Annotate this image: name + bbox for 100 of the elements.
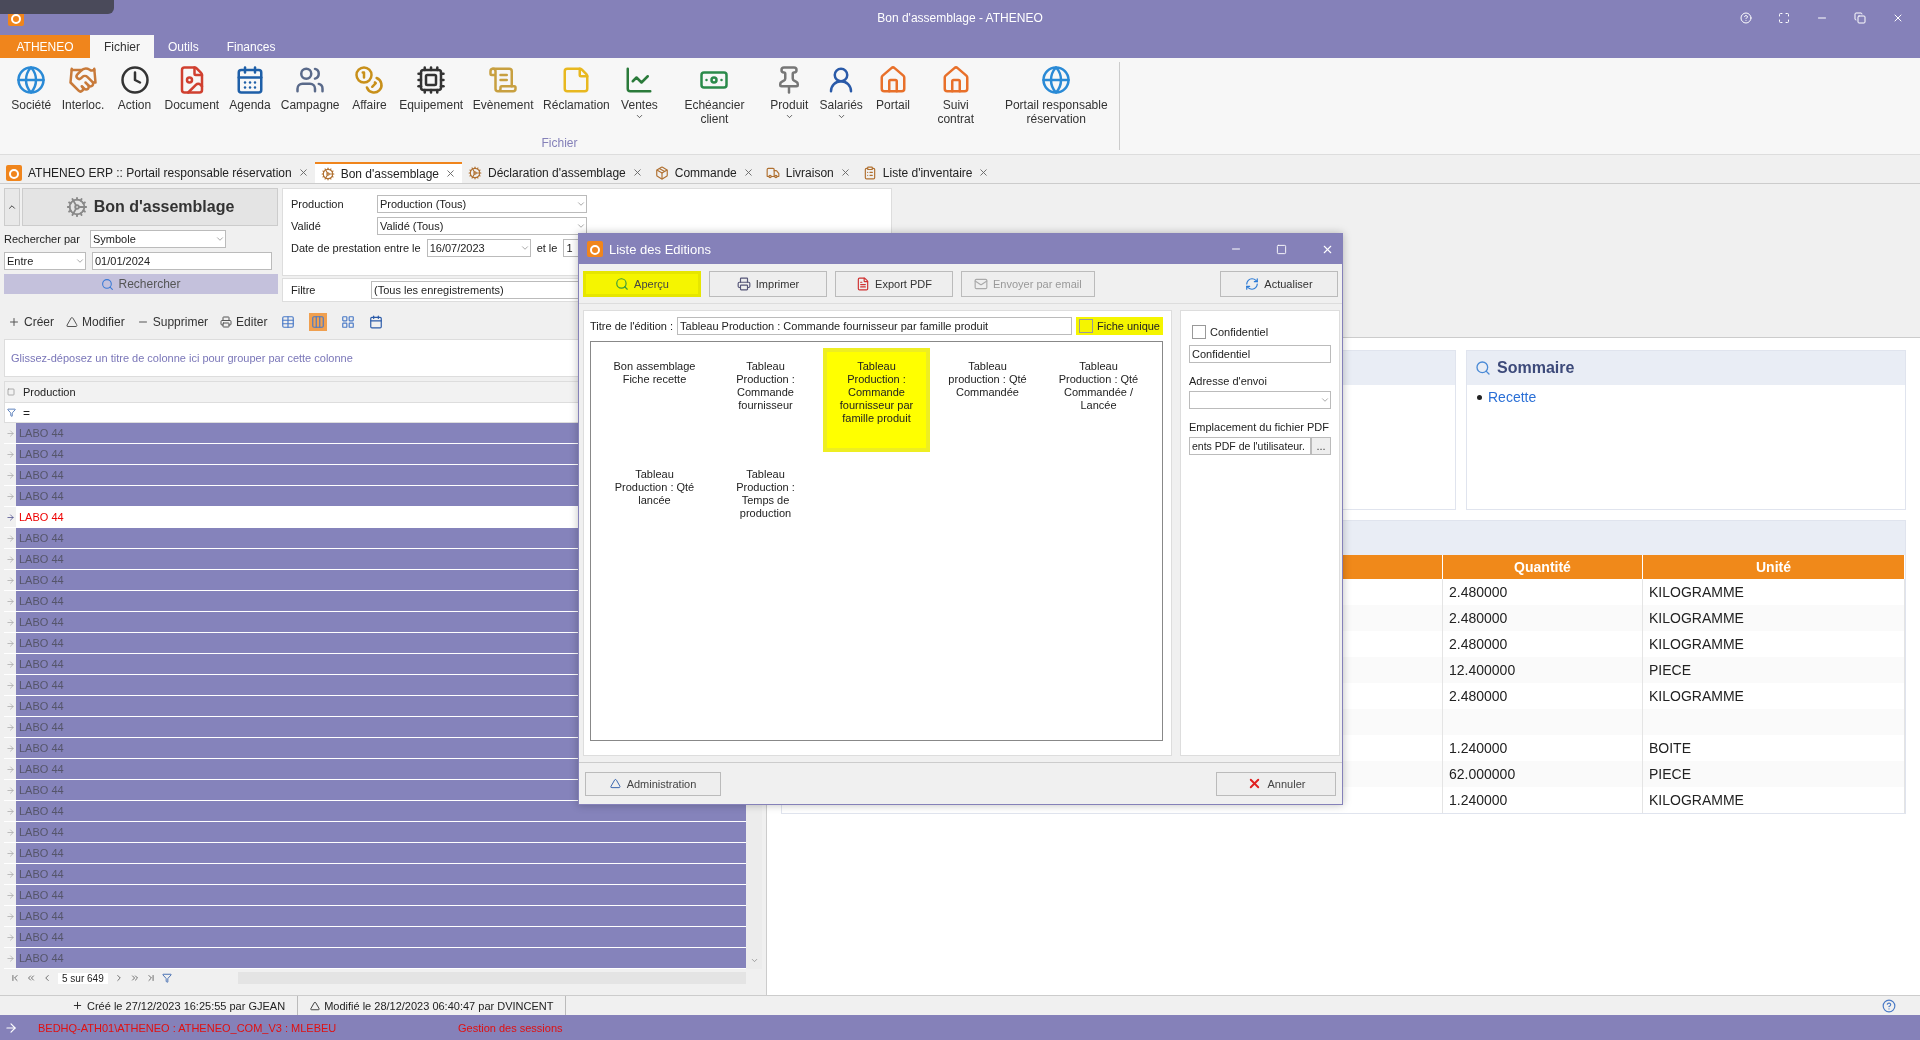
browse-button[interactable]: ...	[1311, 437, 1331, 455]
close-icon[interactable]	[445, 168, 457, 179]
ribbon-button[interactable]: Equipement	[394, 62, 468, 136]
dialog-button[interactable]: Actualiser	[1220, 270, 1338, 297]
bullet-icon	[1477, 394, 1482, 400]
document-tab[interactable]: ATHENEO ERP :: Portail responsable réservation	[0, 162, 315, 183]
edition-title-field[interactable]: Tableau Production : Commande fournisseur par famille produit	[677, 317, 1072, 335]
session-icon[interactable]	[4, 1020, 18, 1035]
ribbon-button[interactable]: Echéancier client	[664, 62, 765, 136]
calendar-icon	[235, 65, 265, 95]
ribbon-button[interactable]: Document	[159, 62, 225, 136]
first-page-icon[interactable]	[10, 973, 20, 983]
ribbon-button[interactable]: Agenda	[224, 62, 276, 136]
calendar-icon[interactable]	[369, 315, 384, 329]
ribbon-button[interactable]: Ventes	[614, 62, 665, 136]
report-item[interactable]: Tableau Production : Commande fournisseur par famille produit	[823, 348, 930, 452]
production-dropdown[interactable]: Production (Tous)	[377, 195, 587, 213]
report-item[interactable]: Tableau Production : Qté Commandée / Lancée	[1045, 348, 1152, 452]
app-logo-icon	[6, 164, 22, 181]
pdf-path-field[interactable]: ents PDF de l'utilisateur.	[1189, 437, 1311, 455]
ribbon-button[interactable]: Action	[109, 62, 160, 136]
row-arrow-icon	[5, 848, 15, 858]
close-icon[interactable]	[839, 167, 851, 178]
gears-icon	[320, 166, 335, 181]
validated-dropdown[interactable]: Validé (Tous)	[377, 217, 587, 235]
address-dropdown[interactable]	[1189, 391, 1331, 409]
row-arrow-icon	[5, 764, 15, 774]
row-arrow-icon	[5, 890, 15, 900]
dropdown-caret-icon	[749, 956, 759, 965]
document-tab[interactable]: Déclaration d'assemblage	[462, 162, 649, 183]
ribbon-button[interactable]: Portail	[868, 62, 919, 136]
search-icon	[1475, 360, 1491, 376]
table-view-icon	[281, 315, 296, 329]
toolbar-button[interactable]: Modifier	[66, 315, 125, 329]
printer-icon	[220, 316, 233, 328]
ribbon-button[interactable]: Campagne	[275, 62, 345, 136]
ribbon-button[interactable]: Salariés	[814, 62, 869, 136]
toolbar-button[interactable]: Créer	[8, 315, 54, 329]
ribbon-tab[interactable]: Fichier	[90, 35, 154, 58]
ribbon-button[interactable]: Produit	[764, 62, 815, 136]
administration-button[interactable]: Administration	[585, 771, 721, 796]
next-page-group-icon[interactable]	[129, 973, 140, 983]
confidential-checkbox[interactable]: Confidentiel	[1189, 323, 1331, 341]
close-icon[interactable]	[297, 167, 309, 178]
document-tab[interactable]: Commande	[648, 162, 760, 183]
row-arrow-icon	[5, 554, 15, 564]
field-label: Filtre	[291, 284, 317, 296]
help-icon[interactable]	[1882, 998, 1896, 1013]
ribbon-button[interactable]: Réclamation	[538, 62, 615, 136]
document-tab[interactable]: Livraison	[759, 162, 857, 183]
search-by-dropdown[interactable]: Symbole	[90, 230, 226, 248]
fullscreen-icon[interactable]	[1778, 11, 1790, 24]
summary-link[interactable]: Recette	[1488, 389, 1537, 405]
dialog-button[interactable]: Imprimer	[709, 270, 827, 297]
view-button[interactable]	[309, 313, 328, 331]
ribbon-button[interactable]: Suivi contrat	[918, 62, 994, 136]
close-icon[interactable]	[631, 167, 643, 178]
last-page-icon[interactable]	[145, 973, 156, 983]
single-sheet-checkbox[interactable]: Fiche unique	[1076, 317, 1163, 335]
clock-icon	[119, 65, 150, 95]
ribbon-button[interactable]: Affaire	[344, 62, 395, 136]
triangle-icon	[66, 316, 78, 328]
dialog-button[interactable]: Aperçu	[583, 270, 701, 297]
dropdown-caret-icon	[576, 221, 586, 231]
ribbon-tab[interactable]: Outils	[154, 35, 213, 58]
report-item[interactable]: Tableau production : Qté Commandée	[934, 348, 1041, 452]
search-button[interactable]: Rechercher	[4, 274, 278, 294]
cancel-button[interactable]: Annuler	[1216, 771, 1336, 796]
ribbon-button[interactable]: Evènement	[467, 62, 539, 136]
filter-icon	[6, 408, 16, 417]
filter-operator: =	[22, 405, 30, 420]
close-icon[interactable]	[742, 167, 754, 178]
globe-icon	[16, 65, 47, 95]
confidential-field[interactable]: Confidentiel	[1189, 345, 1331, 363]
date-from-field[interactable]: 16/07/2023	[426, 239, 531, 257]
previous-page-icon[interactable]	[42, 973, 52, 983]
document-tab[interactable]: Bon d'assemblage	[314, 162, 463, 183]
previous-page-group-icon[interactable]	[26, 973, 36, 983]
ribbon-tab[interactable]: Finances	[212, 35, 290, 58]
ribbon-button[interactable]: Interloc.	[56, 62, 110, 136]
row-arrow-icon	[5, 533, 15, 543]
restore-icon[interactable]	[1854, 11, 1866, 24]
connection-info: BEDHQ-ATH01\ATHENEO : ATHENEO_COM_V3 : MLEBEU	[38, 1021, 338, 1034]
operator-dropdown[interactable]: Entre	[4, 252, 86, 270]
toolbar-button[interactable]: Editer	[220, 315, 268, 329]
row-arrow-icon	[5, 491, 15, 501]
date-field[interactable]: 01/01/2024	[92, 252, 272, 270]
document-tab[interactable]: Liste d'inventaire	[856, 162, 996, 183]
house-icon	[878, 65, 909, 95]
ribbon-button[interactable]: Portail responsable réservation	[993, 62, 1119, 136]
dialog-button[interactable]: Export PDF	[835, 270, 953, 297]
printer-icon	[736, 276, 751, 291]
row-arrow-icon	[5, 617, 15, 627]
close-icon[interactable]	[978, 167, 990, 178]
chip-icon	[416, 65, 447, 95]
toolbar-button[interactable]: Supprimer	[136, 315, 209, 329]
maximize-icon[interactable]	[1276, 243, 1287, 255]
ribbon-button[interactable]: Société	[6, 62, 57, 136]
filter-icon[interactable]	[161, 973, 172, 983]
people-icon	[295, 65, 326, 95]
